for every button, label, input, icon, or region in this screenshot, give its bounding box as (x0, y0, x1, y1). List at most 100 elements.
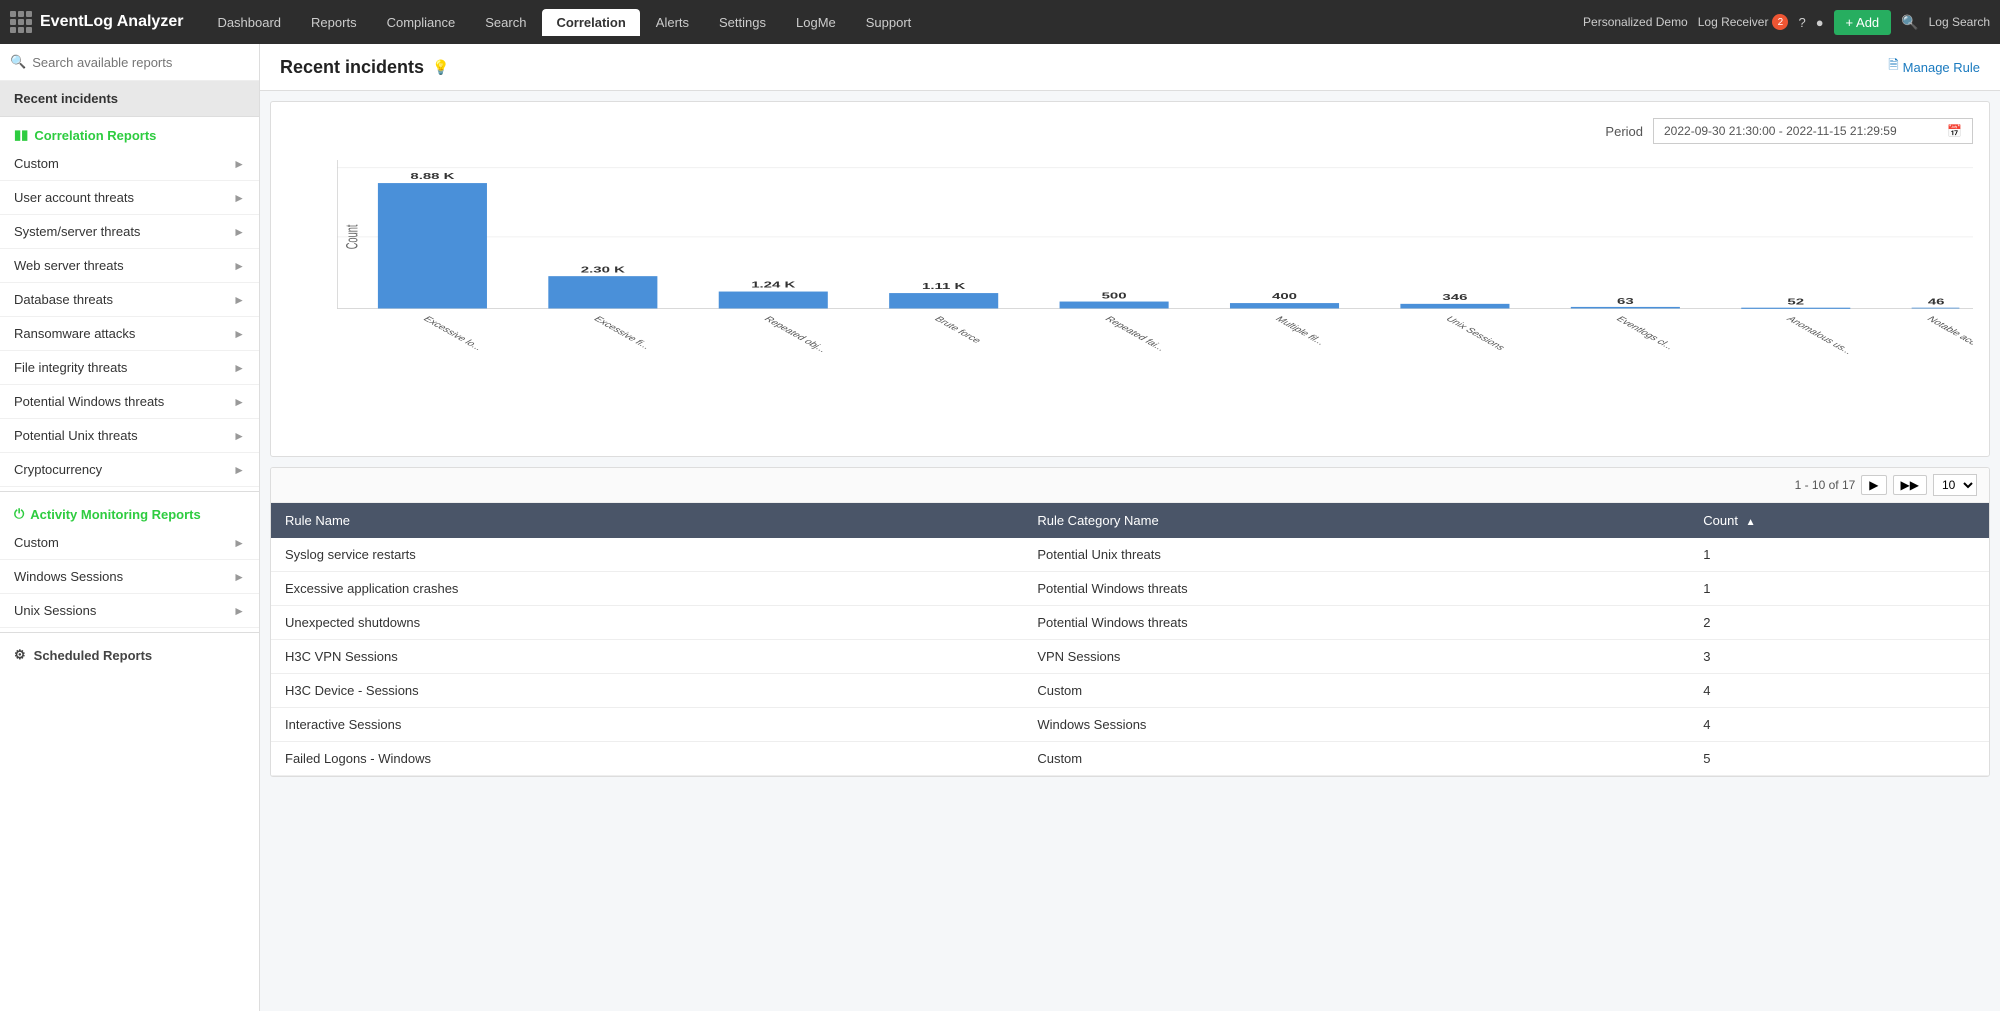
logo-grid-icon (10, 11, 32, 33)
svg-text:346: 346 (1442, 292, 1467, 302)
table-row: Interactive Sessions Windows Sessions 4 (271, 708, 1989, 742)
nav-compliance[interactable]: Compliance (373, 9, 470, 36)
chevron-right-icon: ► (233, 570, 245, 584)
content-area: Recent incidents 💡 🗎 Manage Rule Period … (260, 44, 2000, 1011)
sidebar-item-system-server-threats[interactable]: System/server threats ► (0, 215, 259, 249)
chevron-right-icon: ► (233, 225, 245, 239)
period-row: Period 2022-09-30 21:30:00 - 2022-11-15 … (287, 118, 1973, 144)
sidebar-scheduled-reports[interactable]: ⚙ Scheduled Reports (0, 637, 259, 673)
help-icon[interactable]: ? (1798, 15, 1805, 30)
per-page-select[interactable]: 10 (1933, 474, 1977, 496)
svg-text:Anomalous us...: Anomalous us... (1784, 315, 1856, 355)
period-input[interactable]: 2022-09-30 21:30:00 - 2022-11-15 21:29:5… (1653, 118, 1973, 144)
search-input[interactable] (32, 55, 249, 70)
table-row: Syslog service restarts Potential Unix t… (271, 538, 1989, 572)
chevron-right-icon: ► (233, 395, 245, 409)
svg-text:Repeated obj...: Repeated obj... (761, 315, 829, 354)
sidebar-search-container: 🔍 (0, 44, 259, 81)
sidebar-item-file-integrity-threats[interactable]: File integrity threats ► (0, 351, 259, 385)
sidebar-item-potential-unix-threats[interactable]: Potential Unix threats ► (0, 419, 259, 453)
category-name-cell: Custom (1023, 674, 1689, 708)
table-header-row: Rule Name Rule Category Name Count ▲ (271, 503, 1989, 538)
rule-name-cell: Syslog service restarts (271, 538, 1023, 572)
table-row: Excessive application crashes Potential … (271, 572, 1989, 606)
sidebar-item-activity-custom[interactable]: Custom ► (0, 526, 259, 560)
sidebar-item-user-account-threats[interactable]: User account threats ► (0, 181, 259, 215)
next-page-button[interactable]: ▶ (1861, 475, 1886, 495)
category-name-cell: Potential Windows threats (1023, 606, 1689, 640)
svg-text:46: 46 (1928, 297, 1945, 307)
sidebar-item-potential-windows-threats[interactable]: Potential Windows threats ► (0, 385, 259, 419)
rule-name-cell: H3C Device - Sessions (271, 674, 1023, 708)
chevron-right-icon: ► (233, 361, 245, 375)
lightbulb-icon: 💡 (432, 59, 449, 76)
svg-text:Excessive fi...: Excessive fi... (591, 315, 654, 350)
nav-settings[interactable]: Settings (705, 9, 780, 36)
category-name-cell: Custom (1023, 742, 1689, 776)
bar-chart-icon: ▮▮ (14, 127, 28, 143)
search-icon: 🔍 (10, 54, 26, 70)
nav-alerts[interactable]: Alerts (642, 9, 703, 36)
sidebar-item-custom[interactable]: Custom ► (0, 147, 259, 181)
content-header: Recent incidents 💡 🗎 Manage Rule (260, 44, 2000, 91)
period-label: Period (1605, 124, 1643, 139)
manage-rule-link[interactable]: 🗎 Manage Rule (1888, 56, 1980, 78)
rule-name-cell: Unexpected shutdowns (271, 606, 1023, 640)
sidebar-item-windows-sessions[interactable]: Windows Sessions ► (0, 560, 259, 594)
calendar-icon[interactable]: 📅 (1947, 124, 1962, 138)
sidebar-item-cryptocurrency[interactable]: Cryptocurrency ► (0, 453, 259, 487)
category-name-cell: Potential Unix threats (1023, 538, 1689, 572)
user-icon[interactable]: ● (1816, 15, 1824, 30)
nav-support[interactable]: Support (852, 9, 926, 36)
svg-text:Count: Count (343, 224, 361, 249)
svg-text:Unix Sessions: Unix Sessions (1443, 315, 1508, 351)
sort-asc-icon: ▲ (1746, 517, 1756, 528)
add-button[interactable]: + Add (1834, 10, 1892, 35)
svg-text:Eventlogs cl...: Eventlogs cl... (1613, 315, 1677, 351)
nav-reports[interactable]: Reports (297, 9, 371, 36)
log-receiver-label[interactable]: Log Receiver 2 (1698, 14, 1789, 30)
svg-text:Multiple fil...: Multiple fil... (1272, 315, 1327, 346)
count-cell: 1 (1689, 572, 1989, 606)
main-nav: Dashboard Reports Compliance Search Corr… (203, 9, 1583, 36)
count-cell: 3 (1689, 640, 1989, 674)
sidebar-item-ransomware-attacks[interactable]: Ransomware attacks ► (0, 317, 259, 351)
search-icon[interactable]: 🔍 (1901, 14, 1918, 31)
svg-text:63: 63 (1617, 296, 1634, 306)
last-page-button[interactable]: ▶▶ (1893, 475, 1927, 495)
svg-text:52: 52 (1787, 297, 1804, 307)
chevron-right-icon: ► (233, 259, 245, 273)
sidebar-item-database-threats[interactable]: Database threats ► (0, 283, 259, 317)
svg-text:500: 500 (1102, 291, 1127, 301)
svg-text:1.11 K: 1.11 K (922, 282, 966, 292)
col-count[interactable]: Count ▲ (1689, 503, 1989, 538)
top-bar: EventLog Analyzer Dashboard Reports Comp… (0, 0, 2000, 44)
category-name-cell: Windows Sessions (1023, 708, 1689, 742)
svg-text:1.24 K: 1.24 K (751, 280, 795, 290)
svg-text:Notable acco...: Notable acco... (1924, 315, 1973, 353)
table-row: Failed Logons - Windows Custom 5 (271, 742, 1989, 776)
count-cell: 4 (1689, 708, 1989, 742)
category-name-cell: Potential Windows threats (1023, 572, 1689, 606)
sidebar-recent-incidents[interactable]: Recent incidents (0, 81, 259, 117)
table-row: Unexpected shutdowns Potential Windows t… (271, 606, 1989, 640)
demo-label: Personalized Demo (1583, 15, 1688, 29)
logo-text: EventLog Analyzer (40, 13, 183, 31)
svg-text:400: 400 (1272, 292, 1297, 302)
nav-search[interactable]: Search (471, 9, 540, 36)
sidebar-item-unix-sessions[interactable]: Unix Sessions ► (0, 594, 259, 628)
nav-dashboard[interactable]: Dashboard (203, 9, 295, 36)
nav-correlation[interactable]: Correlation (542, 9, 639, 36)
col-category-name: Rule Category Name (1023, 503, 1689, 538)
top-right-controls: Personalized Demo Log Receiver 2 ? ● + A… (1583, 10, 1990, 35)
clock-icon: ⚙ (14, 647, 26, 663)
logo: EventLog Analyzer (10, 11, 183, 33)
log-search-button[interactable]: Log Search (1929, 15, 1990, 29)
sidebar-item-web-server-threats[interactable]: Web server threats ► (0, 249, 259, 283)
rule-name-cell: Interactive Sessions (271, 708, 1023, 742)
pagination-showing: 1 - 10 of 17 (1795, 478, 1856, 492)
table-row: H3C Device - Sessions Custom 4 (271, 674, 1989, 708)
count-cell: 1 (1689, 538, 1989, 572)
nav-logme[interactable]: LogMe (782, 9, 850, 36)
chevron-right-icon: ► (233, 293, 245, 307)
